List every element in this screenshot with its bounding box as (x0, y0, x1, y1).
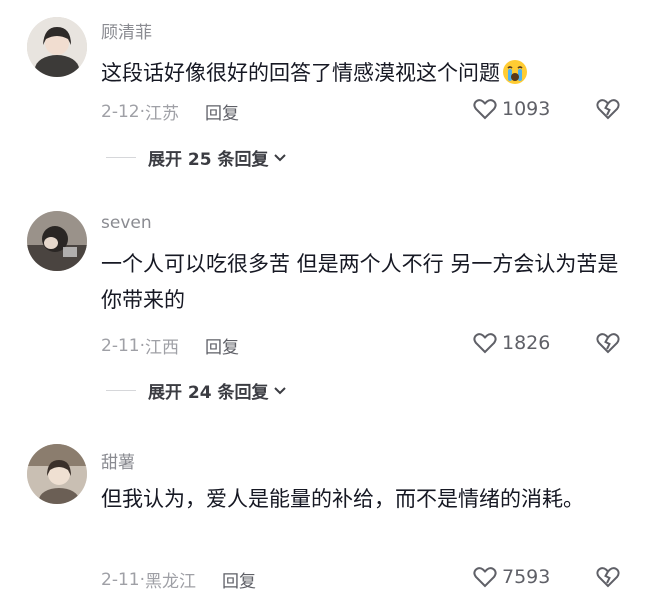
reply-button[interactable]: 回复 (222, 567, 256, 592)
comment-text: 但我认为，爱人是能量的补给，而不是情绪的消耗。 (101, 487, 584, 511)
avatar-image (27, 17, 87, 77)
avatar-image (27, 444, 87, 504)
dislike-button[interactable] (594, 565, 622, 593)
like-count: 1093 (502, 98, 551, 120)
comment-text-content: 这段话好像很好的回答了情感漠视这个问题 (101, 61, 500, 85)
reply-button[interactable]: 回复 (205, 333, 239, 358)
avatar[interactable] (27, 444, 87, 504)
comment-meta: 2-11· 黑龙江 回复 (101, 567, 256, 593)
comment-location: 江苏 (145, 104, 179, 124)
dislike-button[interactable] (594, 97, 622, 125)
comment-text: 一个人可以吃很多苦 但是两个人不行 另一方会认为苦是你带来的 (101, 252, 619, 312)
comment-meta: 2-11· 江西 回复 (101, 333, 239, 359)
expand-replies-button[interactable]: 展开 25 条回复 (106, 145, 287, 170)
chevron-down-icon (273, 153, 286, 161)
avatar[interactable] (27, 17, 87, 77)
comment-meta: 2-12· 江苏 回复 (101, 99, 239, 125)
username[interactable]: seven (101, 213, 152, 233)
avatar[interactable] (27, 211, 87, 271)
divider-line (106, 157, 136, 158)
comment-date: 2-12· (101, 101, 145, 122)
comment-date: 2-11· (101, 335, 145, 356)
like-count: 1826 (502, 332, 551, 354)
expand-replies-label: 展开 24 条回复 (148, 383, 269, 403)
heart-outline-icon (473, 333, 497, 354)
expand-replies-button[interactable]: 展开 24 条回复 (106, 378, 287, 403)
expand-replies-label: 展开 25 条回复 (148, 150, 269, 170)
like-count: 7593 (502, 566, 551, 588)
comment-location: 江西 (145, 338, 179, 358)
broken-heart-icon (596, 567, 620, 588)
like-button[interactable]: 1093 (472, 97, 550, 121)
comment-location: 黑龙江 (145, 572, 196, 592)
heart-outline-icon (473, 567, 497, 588)
broken-heart-icon (596, 333, 620, 354)
like-button[interactable]: 1826 (472, 331, 550, 355)
like-button[interactable]: 7593 (472, 565, 550, 589)
avatar-image (27, 211, 87, 271)
divider-line (106, 390, 136, 391)
broken-heart-icon (596, 99, 620, 120)
reply-button[interactable]: 回复 (205, 99, 239, 124)
chevron-down-icon (273, 386, 286, 394)
comment-date: 2-11· (101, 569, 145, 590)
dislike-button[interactable] (594, 331, 622, 359)
crying-face-emoji-icon (503, 60, 527, 84)
username[interactable]: 甜薯 (101, 448, 135, 473)
username[interactable]: 顾清菲 (101, 18, 152, 43)
heart-outline-icon (473, 99, 497, 120)
comment-text: 这段话好像很好的回答了情感漠视这个问题 (101, 55, 621, 91)
